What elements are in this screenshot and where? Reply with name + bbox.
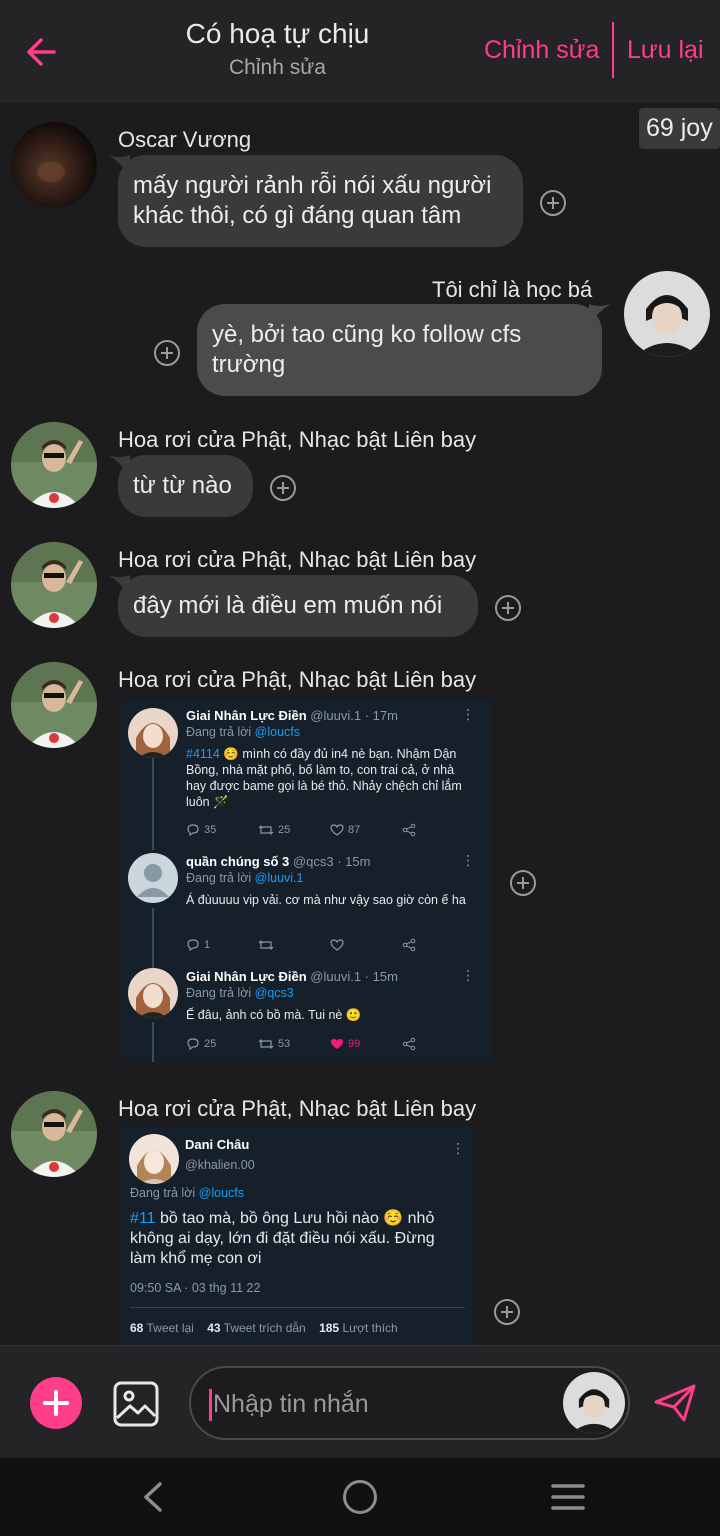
add-reaction-icon[interactable] bbox=[495, 595, 521, 621]
tweet-author: quần chúng số 3 @qcs3 · 15m bbox=[186, 854, 371, 869]
image-icon[interactable] bbox=[112, 1380, 160, 1428]
share-icon bbox=[402, 823, 416, 837]
add-reaction-icon[interactable] bbox=[270, 475, 296, 501]
system-nav-bar bbox=[0, 1458, 720, 1536]
chat-area[interactable]: 69 joy Oscar Vương mấy người rảnh rỗi nó… bbox=[0, 103, 720, 1345]
message-input[interactable]: Nhập tin nhắn bbox=[189, 1366, 630, 1440]
avatar[interactable] bbox=[11, 662, 97, 748]
nav-back-icon[interactable] bbox=[138, 1480, 170, 1514]
retweet-icon bbox=[258, 938, 278, 952]
page-subtitle: Chỉnh sửa bbox=[229, 56, 326, 79]
tweet-stats: 68 Tweet lại 43 Tweet trích dẫn 185 Lượt… bbox=[130, 1321, 398, 1335]
reply-icon: 1 bbox=[186, 938, 210, 952]
tweet-avatar bbox=[128, 853, 178, 903]
message-bubble[interactable]: từ từ nào bbox=[118, 455, 253, 517]
like-icon bbox=[330, 938, 348, 952]
tweet-actions: 1 bbox=[186, 938, 426, 956]
tweet-text: #11 bồ tao mà, bồ ông Lưu hồi nào ☺️ nhỏ… bbox=[130, 1210, 435, 1267]
add-reaction-icon[interactable] bbox=[540, 190, 566, 216]
reply-context: Đang trả lời @loucfs bbox=[130, 1186, 244, 1200]
more-icon: ⋮ bbox=[451, 1140, 465, 1156]
thread-line bbox=[152, 908, 154, 968]
sender-name: Tôi chỉ là học bá bbox=[432, 277, 593, 302]
like-icon: 87 bbox=[330, 823, 360, 837]
top-bar: Có hoạ tự chịu Chỉnh sửa Chỉnh sửa Lưu l… bbox=[0, 0, 720, 103]
thread-line bbox=[152, 1022, 154, 1062]
add-attachment-button[interactable] bbox=[30, 1377, 82, 1429]
tweet-timestamp: 09:50 SA · 03 thg 11 22 bbox=[130, 1281, 261, 1295]
page-title: Có hoạ tự chịu bbox=[185, 18, 370, 49]
joy-badge: 69 joy bbox=[639, 108, 720, 149]
add-reaction-icon[interactable] bbox=[494, 1299, 520, 1325]
tweet-text: #4114 ☺️ mình có đầy đủ in4 nè bạn. Nhậm… bbox=[186, 747, 462, 809]
message-bubble[interactable]: đây mới là điều em muốn nói bbox=[118, 575, 478, 637]
avatar[interactable] bbox=[11, 542, 97, 628]
avatar[interactable] bbox=[11, 422, 97, 508]
add-reaction-icon[interactable] bbox=[154, 340, 180, 366]
tweet-avatar bbox=[128, 708, 178, 758]
sender-name: Oscar Vương bbox=[118, 127, 252, 152]
sender-name: Hoa rơi cửa Phật, Nhạc bật Liên bay bbox=[118, 1096, 477, 1121]
more-icon: ⋮ bbox=[461, 967, 475, 983]
message-composer: Nhập tin nhắn bbox=[0, 1345, 720, 1458]
tweet-actions: 35 25 87 bbox=[186, 823, 426, 841]
sender-name: Hoa rơi cửa Phật, Nhạc bật Liên bay bbox=[118, 547, 477, 572]
tweet-text: Á đùuuuu vip vải. cơ mà như vậy sao giờ … bbox=[186, 893, 466, 907]
tweet-screenshot[interactable]: Giai Nhân Lực Điền @luuvi.1 · 17m ⋮ Đang… bbox=[121, 700, 491, 1062]
message-bubble[interactable]: mấy người rảnh rỗi nói xấu người khác th… bbox=[118, 155, 523, 247]
retweet-icon: 25 bbox=[258, 823, 290, 837]
retweet-icon: 53 bbox=[258, 1037, 290, 1051]
tweet-author: Giai Nhân Lực Điền @luuvi.1 · 17m bbox=[186, 708, 398, 723]
text-caret bbox=[209, 1389, 212, 1421]
nav-home-icon[interactable] bbox=[343, 1480, 377, 1514]
add-reaction-icon[interactable] bbox=[510, 870, 536, 896]
message-input-placeholder: Nhập tin nhắn bbox=[213, 1390, 369, 1418]
back-arrow-icon[interactable] bbox=[20, 30, 64, 74]
reply-icon: 35 bbox=[186, 823, 216, 837]
reply-context: Đang trả lời @qcs3 bbox=[186, 986, 294, 1000]
title-block: Có hoạ tự chịu Chỉnh sửa bbox=[130, 18, 425, 80]
tweet-text: Ế đâu, ảnh có bồ mà. Tui nè 🙂 bbox=[186, 1008, 362, 1022]
tweet-avatar bbox=[128, 968, 178, 1018]
liked-heart-icon: 99 bbox=[330, 1037, 360, 1051]
edit-button[interactable]: Chỉnh sửa bbox=[484, 36, 599, 65]
save-button[interactable]: Lưu lại bbox=[627, 36, 704, 65]
send-icon[interactable] bbox=[652, 1380, 698, 1426]
avatar[interactable] bbox=[624, 271, 710, 357]
message-bubble[interactable]: yè, bởi tao cũng ko follow cfs trường bbox=[197, 304, 602, 396]
avatar[interactable] bbox=[11, 1091, 97, 1177]
nav-menu-icon[interactable] bbox=[551, 1483, 585, 1511]
share-icon bbox=[402, 938, 416, 952]
tweet-screenshot[interactable]: Dani Châu @khalien.00 ⋮ Đang trả lời @lo… bbox=[121, 1125, 474, 1345]
tweet-author: Giai Nhân Lực Điền @luuvi.1 · 15m bbox=[186, 969, 398, 984]
reply-context: Đang trả lời @luuvi.1 bbox=[186, 871, 304, 885]
sender-name: Hoa rơi cửa Phật, Nhạc bật Liên bay bbox=[118, 667, 477, 692]
avatar[interactable] bbox=[11, 122, 97, 208]
tweet-avatar bbox=[129, 1134, 179, 1184]
divider bbox=[130, 1307, 465, 1308]
reply-context: Đang trả lời @loucfs bbox=[186, 725, 300, 739]
header-divider bbox=[612, 22, 614, 78]
sender-name: Hoa rơi cửa Phật, Nhạc bật Liên bay bbox=[118, 427, 477, 452]
tweet-handle: @khalien.00 bbox=[185, 1158, 255, 1172]
more-icon: ⋮ bbox=[461, 852, 475, 868]
more-icon: ⋮ bbox=[461, 706, 475, 722]
tweet-author: Dani Châu bbox=[185, 1137, 250, 1152]
thread-line bbox=[152, 758, 154, 850]
reply-icon: 25 bbox=[186, 1037, 216, 1051]
tweet-actions: 25 53 99 bbox=[186, 1037, 426, 1055]
sender-avatar-switch[interactable] bbox=[563, 1372, 625, 1434]
share-icon bbox=[402, 1037, 416, 1051]
